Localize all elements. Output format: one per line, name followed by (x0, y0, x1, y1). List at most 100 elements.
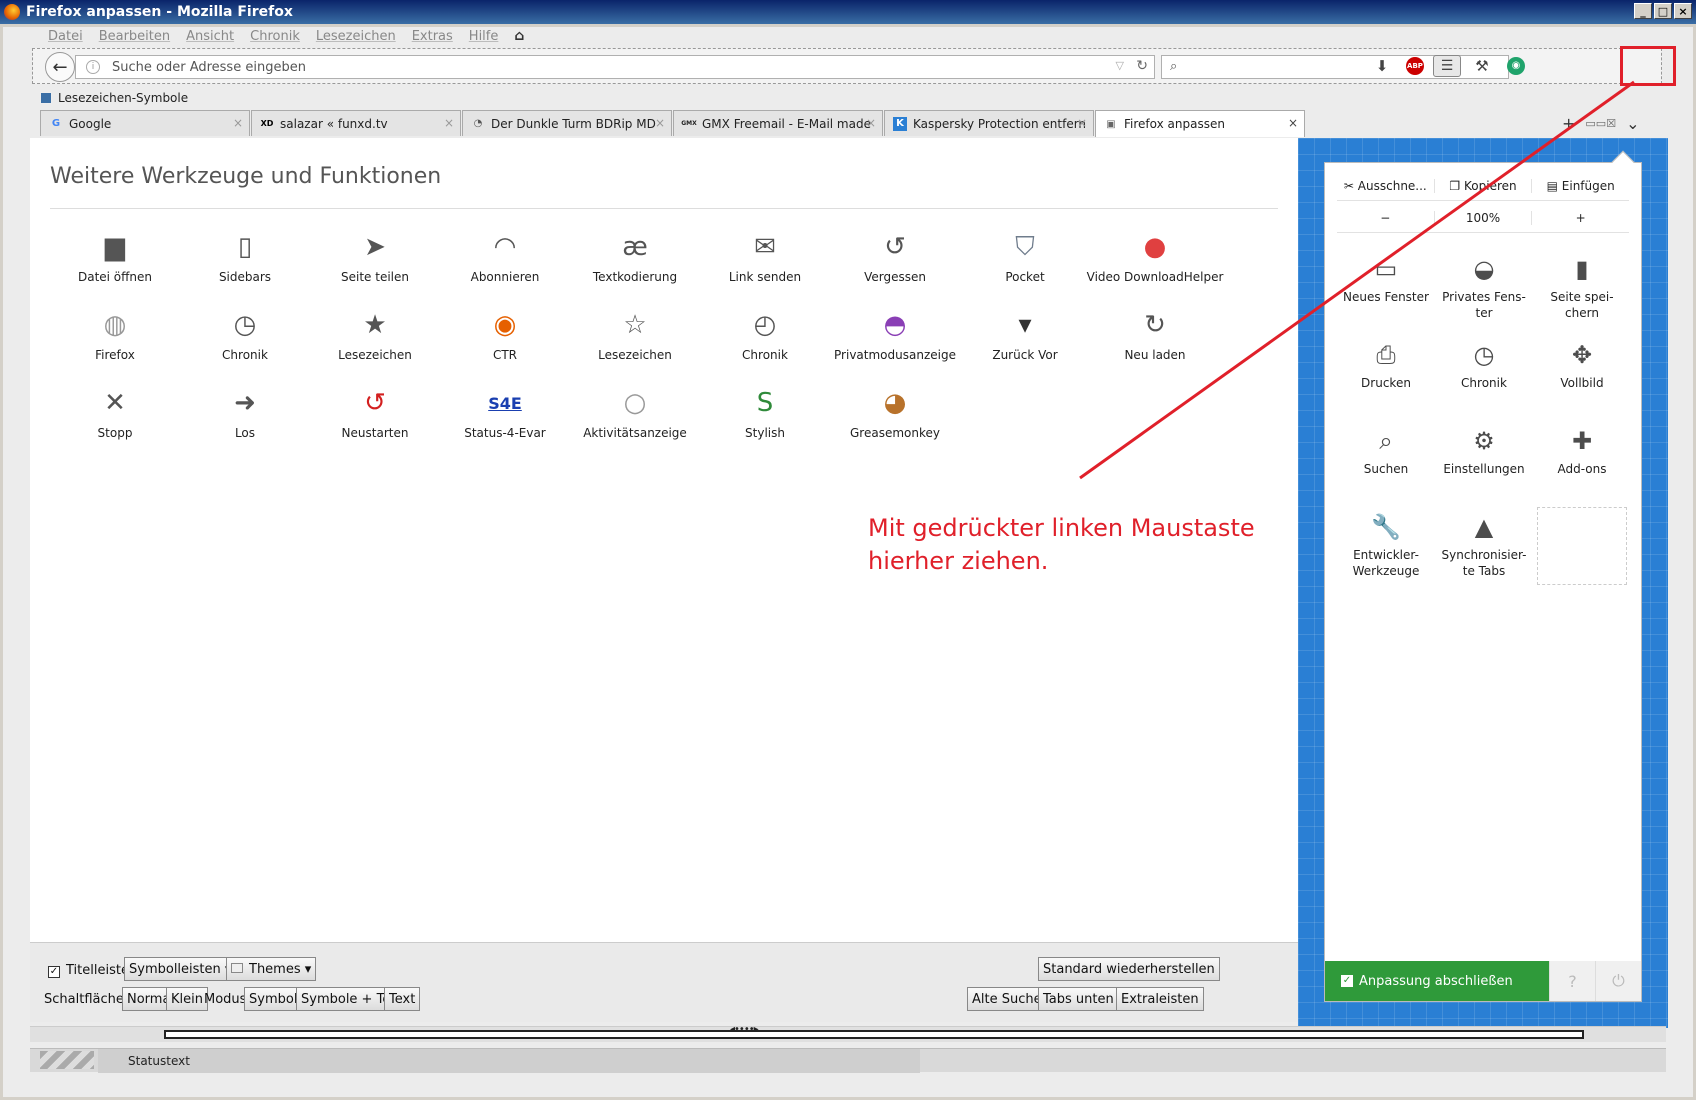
menu-hamburger-icon[interactable]: ☰ (1433, 55, 1461, 77)
close-tab-icon[interactable]: × (444, 116, 454, 130)
home-icon[interactable]: ⌂ (514, 28, 524, 44)
maximize-button[interactable]: □ (1654, 3, 1672, 19)
paste-button[interactable]: ▤ Einfügen (1532, 179, 1629, 193)
tab-firefox-anpassen[interactable]: ▣ Firefox anpassen × (1095, 110, 1305, 137)
new-window-icon: ▭ (1374, 255, 1398, 283)
panel-item-print[interactable]: ⎙ Drucken (1337, 331, 1435, 417)
panel-item-private-window[interactable]: ◒ Privates Fens- ter (1435, 245, 1533, 331)
site-icon: ◔ (473, 118, 483, 129)
checkbox-checked-icon[interactable]: ✓ (48, 966, 60, 978)
cut-button[interactable]: ✂ Ausschne... (1337, 178, 1435, 193)
palette-item-reload[interactable]: ↻ Neu laden (1090, 306, 1220, 372)
bookmarks-label[interactable]: Lesezeichen-Symbole (58, 91, 188, 105)
panel-item-new-window[interactable]: ▭ Neues Fenster (1337, 245, 1435, 331)
panel-item-save-page[interactable]: ▮ Seite spei- chern (1533, 245, 1631, 331)
menu-chronik[interactable]: Chronik (250, 29, 300, 44)
palette-item-private-mask[interactable]: ◓ Privatmodusanzeige (830, 306, 960, 372)
palette-item-forget[interactable]: ↺ Vergessen (830, 228, 960, 294)
tab-kaspersky[interactable]: K Kaspersky Protection entfern × (884, 110, 1094, 136)
palette-item-dropdown-arrow[interactable]: ▾ Zurück Vor (960, 306, 1090, 372)
horizontal-scrollbar[interactable]: ◂••••▸ (30, 1024, 1666, 1042)
tab-list-chevron-icon[interactable]: ⌄ (1626, 114, 1639, 133)
back-button[interactable]: ← (45, 52, 75, 82)
palette-item-status4evar[interactable]: S4E Status-4-Evar (440, 384, 570, 450)
palette-item-label: Neu laden (1124, 348, 1186, 362)
titlebar-checkbox[interactable]: ✓ Titelleiste (48, 963, 129, 978)
finish-customize-button[interactable]: ✓ Anpassung abschließen (1325, 961, 1549, 1001)
zoom-out-button[interactable]: − (1337, 210, 1435, 225)
palette-item-history-list[interactable]: ◴ Chronik (700, 306, 830, 372)
palette-item-stop[interactable]: ✕ Stopp (50, 384, 180, 450)
palette-item-folder[interactable]: ▆ Datei öffnen (50, 228, 180, 294)
palette-item-go-arrow[interactable]: ➜ Los (180, 384, 310, 450)
palette-item-video-downloadhelper[interactable]: ● Video DownloadHelper (1087, 228, 1224, 294)
zoom-in-button[interactable]: + (1532, 211, 1629, 225)
url-bar[interactable]: i Suche oder Adresse eingeben ▽ ↻ (75, 55, 1155, 79)
panel-item-puzzle[interactable]: ✚ Add-ons (1533, 417, 1631, 503)
tab-google[interactable]: G Google × (40, 110, 250, 136)
themes-dropdown-button[interactable]: Themes ▾ (226, 957, 317, 981)
palette-item-bookmarks-list[interactable]: ☆ Lesezeichen (570, 306, 700, 372)
scroll-grip-icon[interactable]: ◂••••▸ (730, 1024, 759, 1035)
panel-item-gear[interactable]: ⚙ Einstellungen (1435, 417, 1533, 503)
adblock-plus-icon[interactable]: ABP (1406, 57, 1424, 75)
activity-icon: ○ (623, 388, 647, 418)
small-size-button[interactable]: Klein (166, 987, 208, 1011)
menu-extras[interactable]: Extras (412, 29, 453, 44)
panel-item-synced-tabs[interactable]: ▲ Synchronisier- te Tabs (1435, 503, 1533, 589)
menu-bearbeiten[interactable]: Bearbeiten (99, 29, 170, 44)
palette-item-encoding[interactable]: æ Textkodierung (570, 228, 700, 294)
download-icon[interactable]: ⬇ (1371, 57, 1393, 77)
text-mode-button[interactable]: Text (384, 987, 421, 1011)
minimize-button[interactable]: _ (1634, 3, 1652, 19)
toolbars-dropdown-button[interactable]: Symbolleisten ▾ (124, 957, 237, 981)
close-tab-icon[interactable]: × (655, 116, 665, 130)
panel-item-wrench[interactable]: 🔧 Entwickler- Werkzeuge (1337, 503, 1435, 589)
tab-funxd[interactable]: XD salazar « funxd.tv × (251, 110, 461, 136)
power-icon[interactable]: ⏻ (1595, 961, 1641, 1001)
eye-addon-icon[interactable]: ◉ (1507, 57, 1525, 75)
copy-button[interactable]: ❐ Kopieren (1435, 178, 1533, 193)
dropdown-arrow-icon[interactable]: ▽ (1116, 59, 1124, 72)
tools-icon[interactable]: ⚒ (1471, 57, 1493, 77)
palette-item-rss[interactable]: ◠ Abonnieren (440, 228, 570, 294)
help-icon[interactable]: ? (1549, 961, 1595, 1001)
new-tab-icon[interactable]: + (1562, 114, 1575, 133)
palette-item-firefox-logo[interactable]: ◉ CTR (440, 306, 570, 372)
palette-item-firefox-gray[interactable]: ◍ Firefox (50, 306, 180, 372)
palette-item-pocket[interactable]: ⛉ Pocket (960, 228, 1090, 294)
tabs-bottom-button[interactable]: Tabs unten (1038, 987, 1119, 1011)
window-mini-controls-icon[interactable]: ▭▭☒ (1585, 117, 1616, 130)
tab-dunkle-turm[interactable]: ◔ Der Dunkle Turm BDRip MD × (462, 110, 672, 136)
panel-item-search[interactable]: ⌕ Suchen (1337, 417, 1435, 503)
close-tab-icon[interactable]: × (1077, 116, 1087, 130)
palette-item-mail[interactable]: ✉ Link senden (700, 228, 830, 294)
palette-item-bookmark-star[interactable]: ★ Lesezeichen (310, 306, 440, 372)
close-tab-icon[interactable]: × (1288, 116, 1298, 130)
palette-item-share[interactable]: ➤ Seite teilen (310, 228, 440, 294)
close-tab-icon[interactable]: × (866, 116, 876, 130)
reload-icon[interactable]: ↻ (1136, 58, 1148, 74)
extra-bars-button[interactable]: Extraleisten (1116, 987, 1204, 1011)
zoom-reset-button[interactable]: 100% (1435, 210, 1533, 225)
palette-item-history[interactable]: ◷ Chronik (180, 306, 310, 372)
scroll-track[interactable] (164, 1030, 1584, 1039)
palette-item-activity[interactable]: ○ Aktivitätsanzeige (570, 384, 700, 450)
menu-lesezeichen[interactable]: Lesezeichen (316, 29, 396, 44)
restore-defaults-button[interactable]: Standard wiederherstellen (1038, 957, 1220, 981)
palette-item-stylish[interactable]: S Stylish (700, 384, 830, 450)
palette-item-sidebar[interactable]: ▯ Sidebars (180, 228, 310, 294)
panel-item-history-clock[interactable]: ◷ Chronik (1435, 331, 1533, 417)
old-search-button[interactable]: Alte Suche (967, 987, 1047, 1011)
palette-item-greasemonkey[interactable]: ◕ Greasemonkey (830, 384, 960, 450)
menu-hilfe[interactable]: Hilfe (469, 29, 499, 44)
tab-gmx[interactable]: GMX GMX Freemail - E-Mail made × (673, 110, 883, 136)
info-icon[interactable]: i (86, 60, 100, 74)
palette-item-restart[interactable]: ↺ Neustarten (310, 384, 440, 450)
menu-ansicht[interactable]: Ansicht (186, 29, 234, 44)
menu-datei[interactable]: Datei (48, 29, 83, 44)
panel-item-fullscreen[interactable]: ✥ Vollbild (1533, 331, 1631, 417)
panel-empty-slot[interactable] (1537, 507, 1627, 585)
close-tab-icon[interactable]: × (233, 116, 243, 130)
close-button[interactable]: × (1674, 3, 1692, 19)
